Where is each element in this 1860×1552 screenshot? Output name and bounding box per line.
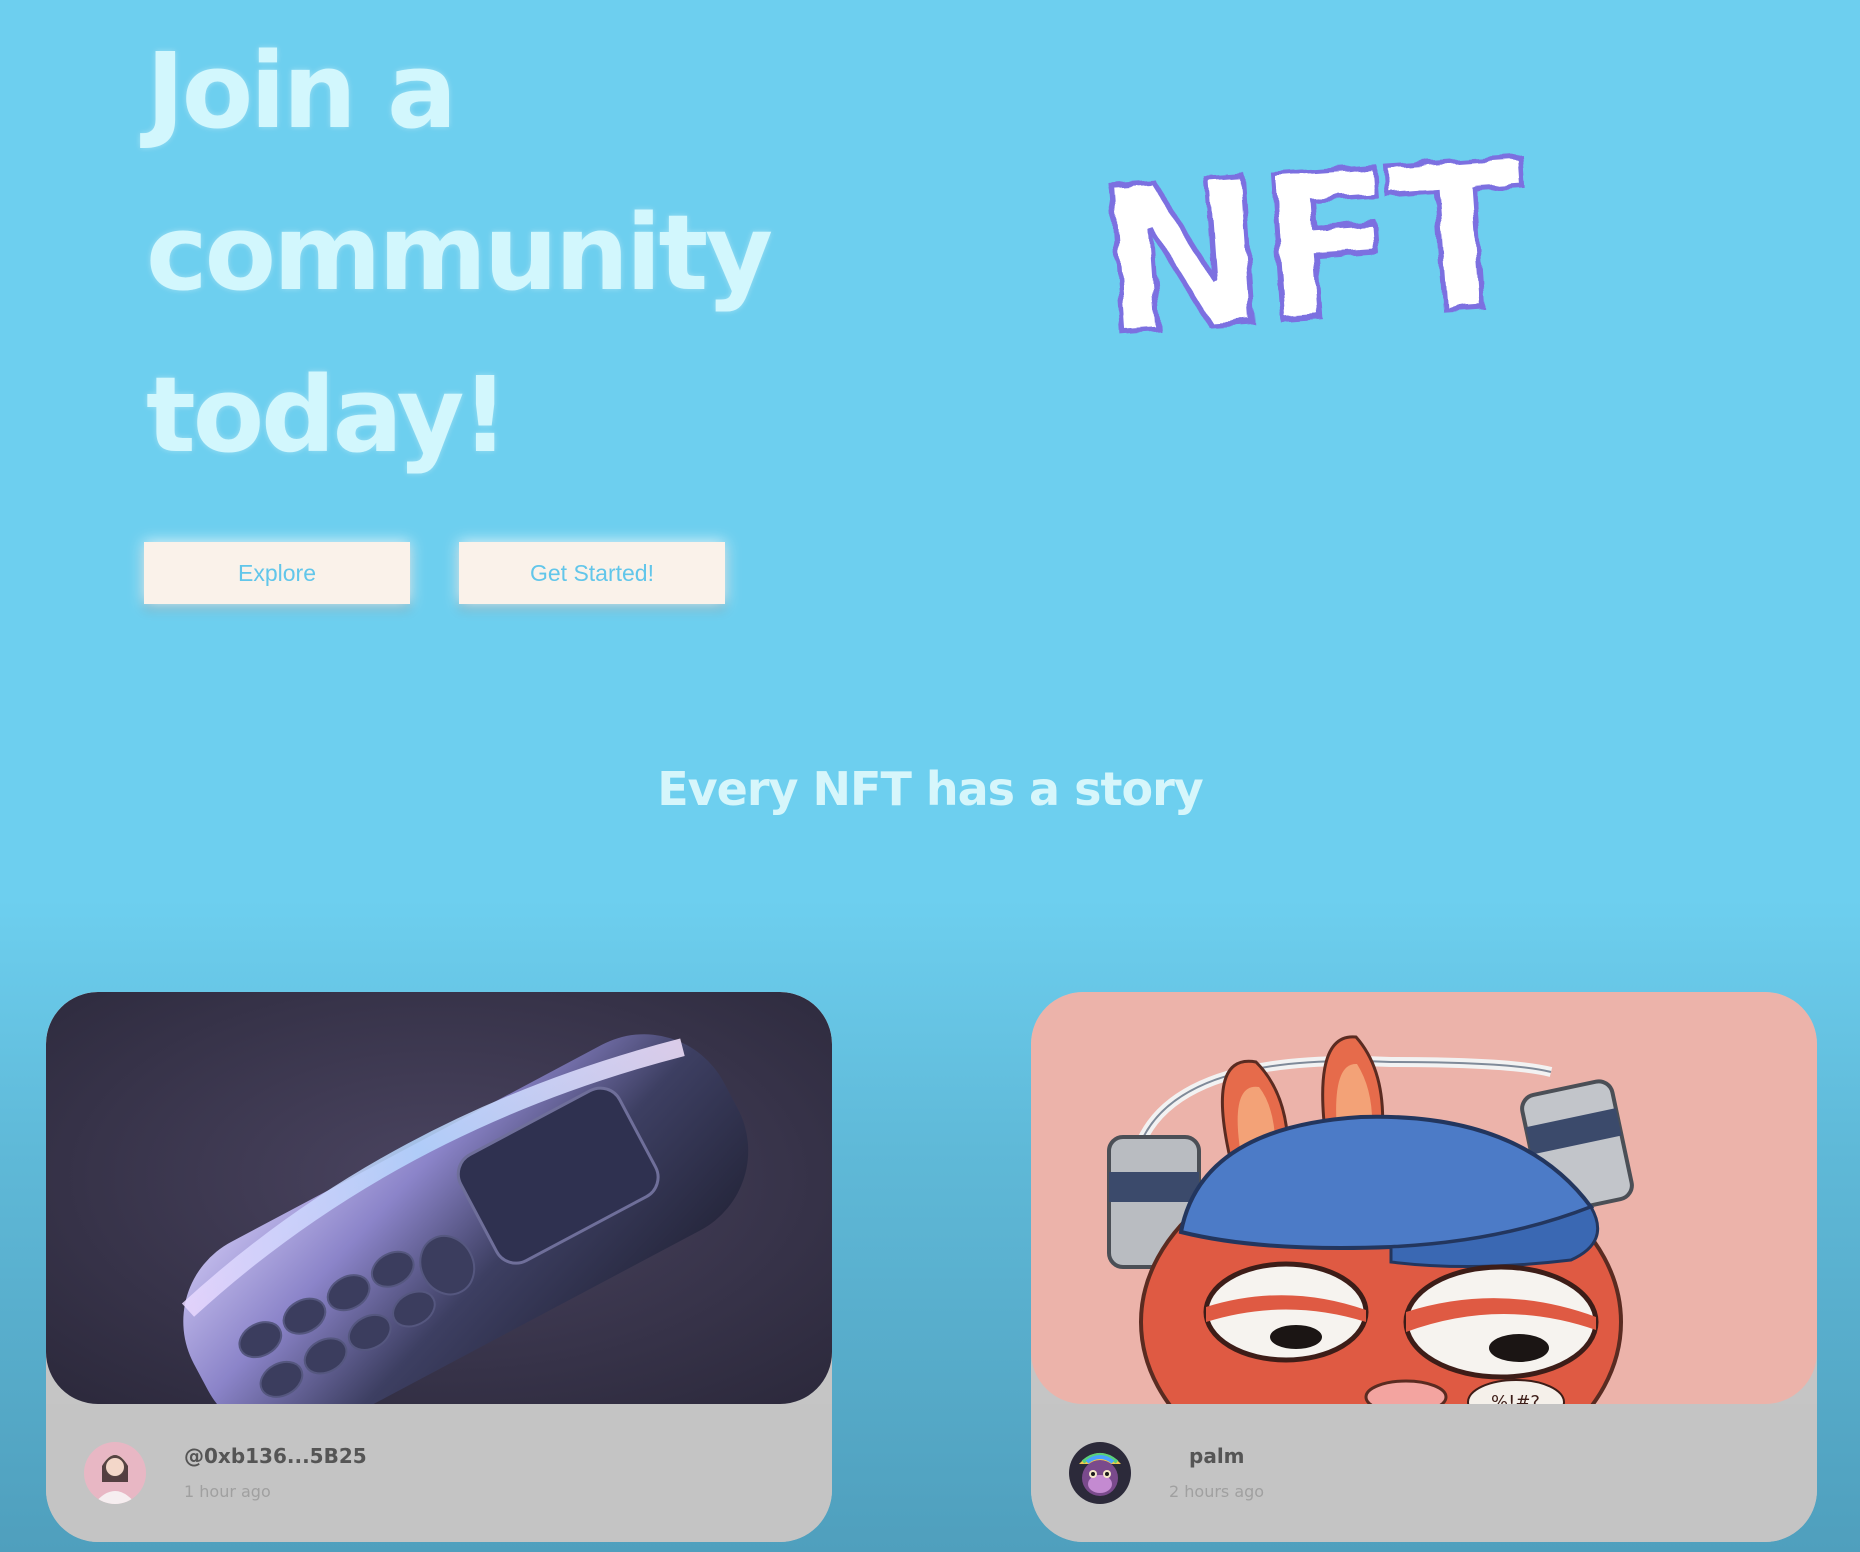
nft-card[interactable]: @0xb136...5B25 1 hour ago — [46, 992, 832, 1542]
nft-graffiti-logo: NFT — [1089, 120, 1537, 383]
hero-title-line-2: community — [146, 192, 773, 314]
owner-name[interactable]: @0xb136...5B25 — [184, 1444, 367, 1468]
art-caption: %!#? — [1491, 1392, 1540, 1404]
owner-name[interactable]: palm — [1189, 1444, 1245, 1468]
post-time: 2 hours ago — [1169, 1482, 1265, 1501]
card-footer: palm 2 hours ago — [1031, 1404, 1817, 1542]
get-started-button[interactable]: Get Started! — [459, 542, 725, 604]
card-footer: @0xb136...5B25 1 hour ago — [46, 1404, 832, 1542]
nft-logo-text: NFT — [1091, 120, 1534, 380]
explore-button[interactable]: Explore — [144, 542, 410, 604]
post-time: 1 hour ago — [184, 1482, 271, 1501]
rainbow-ape-avatar[interactable] — [1069, 1442, 1131, 1504]
woman-portrait-avatar[interactable] — [84, 1442, 146, 1504]
section-title: Every NFT has a story — [657, 762, 1204, 816]
hero-title-line-3: today! — [146, 354, 509, 476]
bunny-beer-hat-artwork[interactable]: %!#? — [1031, 992, 1817, 1404]
retro-phone-artwork[interactable] — [46, 992, 832, 1404]
hero-title-line-1: Join a — [146, 30, 457, 152]
nft-card[interactable]: %!#? palm 2 hours ago — [1031, 992, 1817, 1542]
hero-title: Join a community today! — [146, 10, 866, 496]
